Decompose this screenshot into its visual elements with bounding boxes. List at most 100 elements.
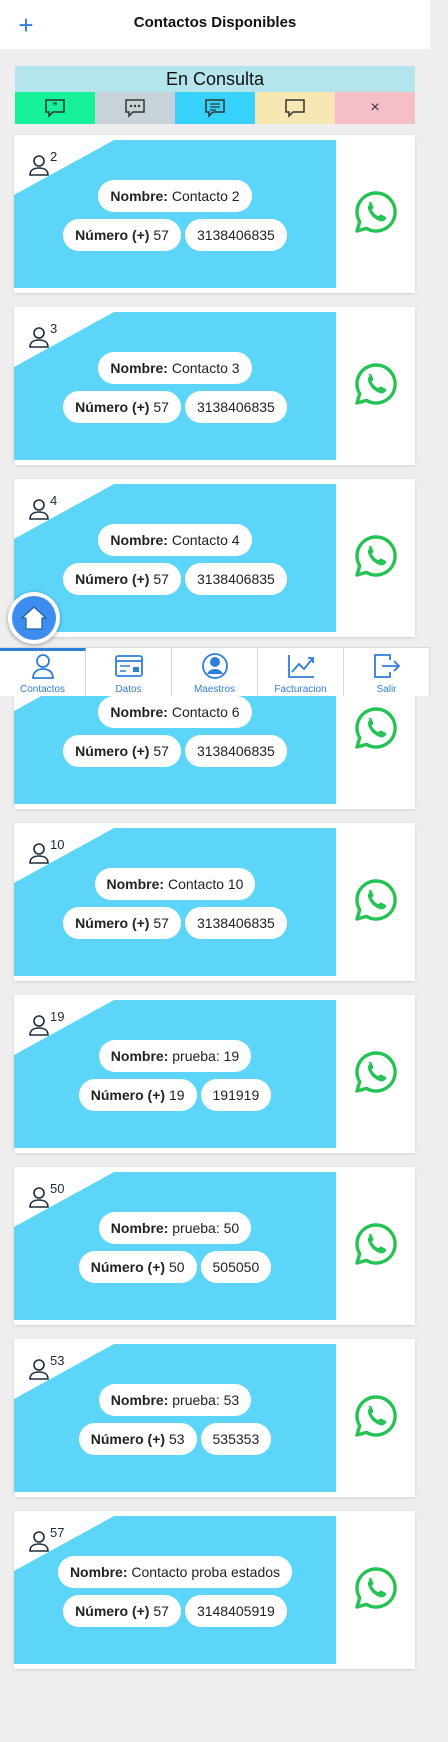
whatsapp-button[interactable] xyxy=(353,1393,399,1439)
nav-salir[interactable]: Salir xyxy=(344,648,430,696)
contact-name-pill: Nombre: Contacto 3 xyxy=(98,352,252,384)
contact-card[interactable]: 3 Nombre: Contacto 3 Número (+) 57 31384068… xyxy=(14,307,415,465)
person-icon xyxy=(31,654,54,679)
contact-id: 53 xyxy=(50,1353,65,1368)
contact-id-badge: 2 xyxy=(28,149,57,176)
contact-id: 10 xyxy=(50,837,65,852)
phone-pill: 505050 xyxy=(200,1251,272,1283)
contact-card[interactable]: 2 Nombre: Contacto 2 Número (+) 57 31384068… xyxy=(14,135,415,293)
country-code: 57 xyxy=(153,571,169,587)
contact-id-badge: 3 xyxy=(28,321,57,348)
nav-facturacion[interactable]: Facturacion xyxy=(258,648,344,696)
whatsapp-button[interactable] xyxy=(353,1221,399,1267)
contact-id-badge: 19 xyxy=(28,1009,64,1036)
number-label: Número (+) xyxy=(75,227,150,243)
nav-contactos[interactable]: Contactos xyxy=(0,648,86,696)
whatsapp-icon xyxy=(355,1051,397,1093)
whatsapp-button[interactable] xyxy=(353,189,399,235)
country-code: 19 xyxy=(168,1087,185,1103)
country-code: 53 xyxy=(168,1431,185,1447)
contact-name: Contacto proba estados xyxy=(131,1564,281,1580)
person-icon xyxy=(29,499,49,520)
country-code-pill: Número (+) 19 xyxy=(78,1079,197,1111)
person-icon xyxy=(29,327,49,348)
chart-up-icon xyxy=(287,655,314,678)
id-card-icon xyxy=(114,655,143,677)
whatsapp-button[interactable] xyxy=(353,1565,399,1611)
phone-pill: 3138406835 xyxy=(184,563,287,595)
phone-number: 3138406835 xyxy=(196,743,275,759)
whatsapp-button[interactable] xyxy=(353,533,399,579)
filter-empty-button[interactable] xyxy=(255,92,335,124)
contact-card[interactable]: 57 Nombre: Contacto proba estados Número (… xyxy=(14,1511,415,1669)
filter-dots-button[interactable] xyxy=(95,92,175,124)
contact-card[interactable]: 10 Nombre: Contacto 10 Número (+) 57 313840… xyxy=(14,823,415,981)
contact-card[interactable]: 19 Nombre: prueba: 19 Número (+) 19 191919 xyxy=(14,995,415,1153)
bottom-nav: Contactos Datos Maestros Facturacion Sal… xyxy=(0,647,430,696)
nav-datos[interactable]: Datos xyxy=(86,648,172,696)
whatsapp-button[interactable] xyxy=(353,361,399,407)
card-band: 4 Nombre: Contacto 4 Número (+) 57 31384068… xyxy=(14,484,336,632)
card-band: 57 Nombre: Contacto proba estados Número (… xyxy=(14,1516,336,1664)
contact-name: Contacto 3 xyxy=(171,360,240,376)
contact-id-badge: 50 xyxy=(28,1181,64,1208)
contact-id-badge: 57 xyxy=(28,1525,64,1552)
dots-bubble-icon xyxy=(125,99,145,118)
status-filter-bar: En Consulta ❞ × xyxy=(15,66,415,124)
contact-name-pill: Nombre: Contacto 10 xyxy=(94,868,256,900)
country-code: 57 xyxy=(153,399,169,415)
svg-text:❞: ❞ xyxy=(53,102,58,112)
phone-number: 3138406835 xyxy=(196,571,275,587)
phone-number: 535353 xyxy=(212,1431,260,1447)
logout-icon xyxy=(373,654,400,678)
contact-card[interactable]: 53 Nombre: prueba: 53 Número (+) 53 535353 xyxy=(14,1339,415,1497)
whatsapp-button[interactable] xyxy=(353,1049,399,1095)
contact-id: 3 xyxy=(50,321,58,336)
phone-number: 3138406835 xyxy=(196,399,275,415)
filter-quote-button[interactable]: ❞ xyxy=(15,92,95,124)
contact-name: prueba: 50 xyxy=(172,1220,240,1236)
phone-number: 3138406835 xyxy=(196,915,275,931)
contact-name-pill: Nombre: Contacto 6 xyxy=(98,696,252,728)
card-band: 2 Nombre: Contacto 2 Número (+) 57 31384068… xyxy=(14,140,336,288)
country-code: 57 xyxy=(153,743,169,759)
home-icon xyxy=(20,606,48,630)
filter-lines-button[interactable] xyxy=(175,92,255,124)
nav-label: Salir xyxy=(376,684,397,695)
country-code-pill: Número (+) 57 xyxy=(63,219,181,251)
contact-card[interactable]: 50 Nombre: prueba: 50 Número (+) 50 505050 xyxy=(14,1167,415,1325)
number-label: Número (+) xyxy=(75,915,150,931)
country-code-pill: Número (+) 57 xyxy=(63,563,181,595)
contact-id: 50 xyxy=(50,1181,65,1196)
page-title: Contactos Disponibles xyxy=(133,14,297,31)
name-label: Nombre: xyxy=(69,1564,128,1580)
person-icon xyxy=(29,1531,49,1552)
phone-pill: 3138406835 xyxy=(184,907,287,939)
contact-name-pill: Nombre: prueba: 19 xyxy=(98,1040,252,1072)
phone-number: 505050 xyxy=(212,1259,260,1275)
nav-label: Facturacion xyxy=(274,684,327,695)
country-code: 57 xyxy=(153,227,169,243)
phone-pill: 3138406835 xyxy=(184,735,287,767)
phone-number: 3138406835 xyxy=(196,227,275,243)
country-code-pill: Número (+) 53 xyxy=(78,1423,197,1455)
contact-id: 57 xyxy=(50,1525,65,1540)
whatsapp-button[interactable] xyxy=(353,705,399,751)
app-header: + Contactos Disponibles xyxy=(0,0,430,49)
contact-name-pill: Nombre: Contacto 4 xyxy=(98,524,252,556)
whatsapp-button[interactable] xyxy=(353,877,399,923)
country-code-pill: Número (+) 50 xyxy=(78,1251,197,1283)
home-button[interactable] xyxy=(8,592,60,644)
country-code: 50 xyxy=(168,1259,185,1275)
whatsapp-icon xyxy=(355,535,397,577)
name-label: Nombre: xyxy=(106,876,165,892)
person-icon xyxy=(29,1187,49,1208)
filter-clear-button[interactable]: × xyxy=(335,92,415,124)
contact-card[interactable]: 4 Nombre: Contacto 4 Número (+) 57 31384068… xyxy=(14,479,415,637)
name-label: Nombre: xyxy=(110,1220,169,1236)
nav-maestros[interactable]: Maestros xyxy=(172,648,258,696)
contact-name: Contacto 6 xyxy=(171,704,240,720)
contact-name-pill: Nombre: prueba: 50 xyxy=(98,1212,252,1244)
whatsapp-icon xyxy=(355,1395,397,1437)
nav-label: Datos xyxy=(115,684,142,695)
